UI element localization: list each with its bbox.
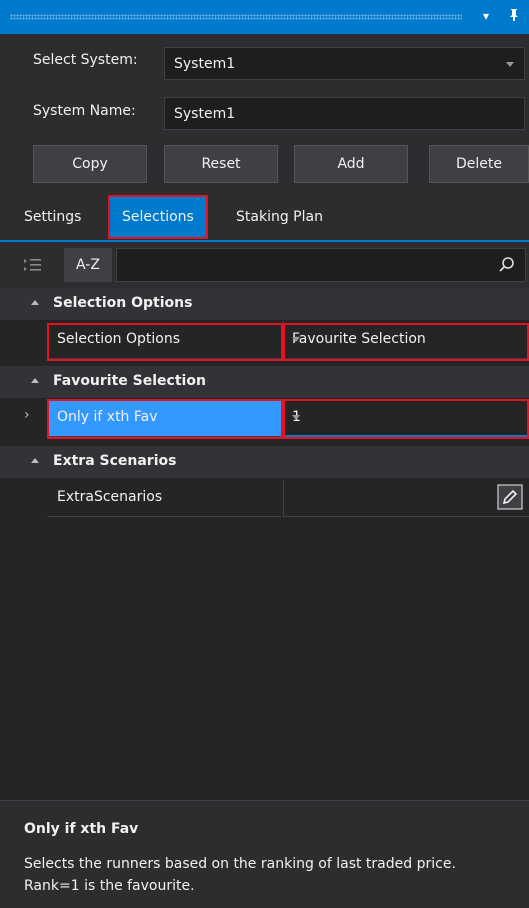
chevron-right-icon[interactable]: › <box>24 407 30 423</box>
chevron-down-icon[interactable] <box>506 62 514 67</box>
search-icon[interactable] <box>497 255 517 275</box>
chevron-down-icon[interactable] <box>292 337 300 342</box>
alphabetical-sort-button[interactable]: A-Z <box>64 248 112 282</box>
property-value-cell[interactable] <box>283 479 529 517</box>
category-selection-options[interactable]: Selection Options <box>0 288 529 320</box>
drag-grip[interactable] <box>10 14 462 20</box>
description-text: Selects the runners based on the ranking… <box>24 856 456 894</box>
select-system-combo[interactable]: System1 <box>164 47 525 80</box>
property-row-extra-scenarios[interactable]: ExtraScenarios <box>0 479 529 517</box>
property-value: Favourite Selection <box>292 331 426 347</box>
property-value-dropdown[interactable]: Favourite Selection <box>283 321 529 359</box>
category-name: Favourite Selection <box>53 373 206 389</box>
panel-title-bar[interactable]: ▾ <box>0 0 529 34</box>
property-search-input[interactable] <box>116 248 526 282</box>
system-name-value: System1 <box>174 106 236 122</box>
categorized-view-icon[interactable] <box>12 248 60 282</box>
property-row-selection-options[interactable]: Selection Options Favourite Selection <box>0 321 529 359</box>
system-name-label: System Name: <box>33 103 136 119</box>
collapse-icon[interactable] <box>31 378 39 383</box>
property-row-only-if-xth-fav[interactable]: › Only if xth Fav 1 <box>0 399 529 437</box>
edit-icon[interactable] <box>497 484 523 510</box>
property-name-cell[interactable]: Selection Options <box>47 321 281 359</box>
chevron-down-icon[interactable] <box>292 415 300 420</box>
category-favourite-selection[interactable]: Favourite Selection <box>0 366 529 398</box>
collapse-icon[interactable] <box>31 458 39 463</box>
tab-strip: Settings Selections Staking Plan <box>0 192 529 242</box>
property-grid: Selection Options Selection Options Favo… <box>0 288 529 800</box>
tab-underline <box>0 240 529 242</box>
tab-staking-plan[interactable]: Staking Plan <box>222 192 337 242</box>
delete-button[interactable]: Delete <box>429 145 529 183</box>
add-button[interactable]: Add <box>294 145 408 183</box>
reset-button[interactable]: Reset <box>164 145 278 183</box>
copy-button[interactable]: Copy <box>33 145 147 183</box>
property-name-cell[interactable]: Only if xth Fav <box>47 399 281 437</box>
pin-icon[interactable] <box>508 8 520 26</box>
select-system-label: Select System: <box>33 52 138 68</box>
tab-selections[interactable]: Selections <box>108 195 208 239</box>
category-name: Selection Options <box>53 295 193 311</box>
property-value-dropdown[interactable]: 1 <box>283 399 529 437</box>
system-name-field[interactable]: System1 <box>164 97 525 130</box>
description-title: Only if xth Fav <box>24 821 139 837</box>
chevron-down-icon[interactable]: ▾ <box>483 8 489 24</box>
property-name: Selection Options <box>57 331 180 347</box>
category-extra-scenarios[interactable]: Extra Scenarios <box>0 446 529 478</box>
collapse-icon[interactable] <box>31 300 39 305</box>
property-toolbar: A-Z <box>0 244 529 286</box>
description-panel: Only if xth Fav Selects the runners base… <box>0 800 529 908</box>
select-system-value: System1 <box>174 56 236 72</box>
property-name: ExtraScenarios <box>57 489 163 505</box>
tab-settings[interactable]: Settings <box>10 192 95 242</box>
category-name: Extra Scenarios <box>53 453 177 469</box>
property-name-cell[interactable]: ExtraScenarios <box>47 479 281 517</box>
property-name: Only if xth Fav <box>57 409 158 425</box>
